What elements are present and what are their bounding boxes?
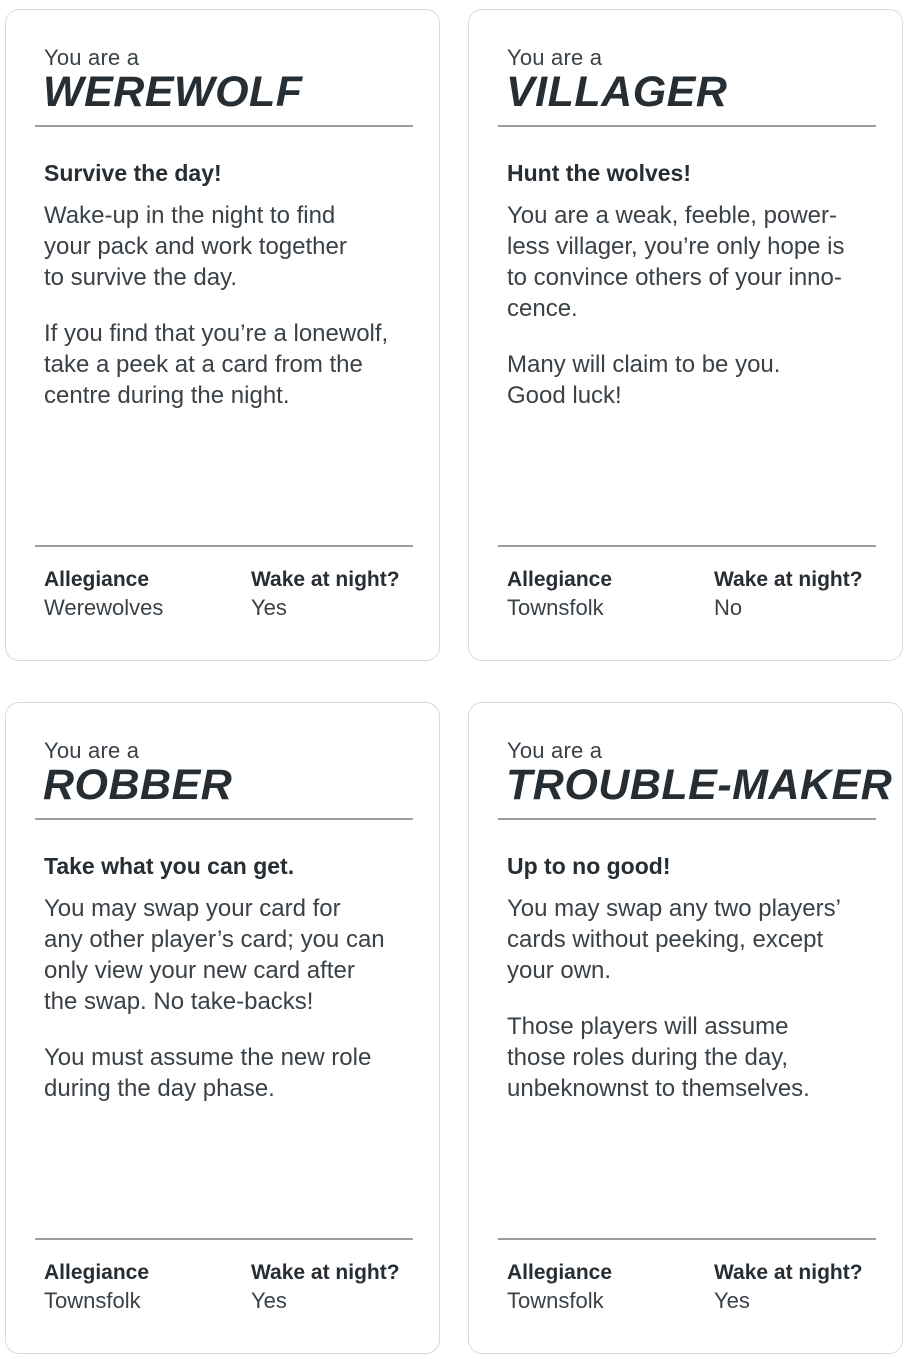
wake-block: Wake at night? Yes: [251, 567, 400, 623]
allegiance-value: Werewolves: [44, 595, 164, 620]
allegiance-label: Allegiance: [44, 568, 150, 591]
wake-value: No: [714, 595, 743, 620]
allegiance-block: Allegiance Townsfolk: [44, 1260, 149, 1316]
allegiance-label: Allegiance: [507, 1261, 613, 1284]
description-paragraph: You must assume the new role during the …: [44, 1044, 372, 1102]
title-divider: [498, 125, 876, 127]
role-card-werewolf: You are a WEREWOLF Survive the day! Wake…: [5, 9, 440, 661]
title-divider: [35, 125, 413, 127]
allegiance-block: Allegiance Townsfolk: [507, 1260, 612, 1316]
footer-divider: [498, 1238, 876, 1240]
allegiance-block: Allegiance Werewolves: [44, 567, 163, 623]
description-paragraph: Many will claim to be you. Good luck!: [507, 351, 781, 409]
footer-divider: [35, 1238, 413, 1240]
card-role-title: VILLAGER: [506, 68, 728, 116]
card-tagline: Survive the day!: [44, 160, 222, 186]
title-divider: [498, 818, 876, 820]
card-description: You may swap your card for any other pla…: [44, 893, 429, 1129]
description-paragraph: You are a weak, feeble, power- less vill…: [507, 202, 845, 322]
wake-label: Wake at night?: [251, 1261, 400, 1284]
description-paragraph: Wake-up in the night to find your pack a…: [44, 202, 347, 291]
role-card-villager: You are a VILLAGER Hunt the wolves! You …: [468, 9, 903, 661]
allegiance-label: Allegiance: [44, 1261, 150, 1284]
allegiance-value: Townsfolk: [44, 1288, 141, 1313]
wake-block: Wake at night? Yes: [251, 1260, 400, 1316]
card-role-title: TROUBLE-MAKER: [506, 761, 893, 809]
wake-block: Wake at night? Yes: [714, 1260, 863, 1316]
footer-divider: [498, 545, 876, 547]
card-tagline: Hunt the wolves!: [507, 160, 692, 186]
wake-value: Yes: [714, 1288, 750, 1313]
allegiance-value: Townsfolk: [507, 595, 604, 620]
allegiance-value: Townsfolk: [507, 1288, 604, 1313]
description-paragraph: You may swap any two players’ cards with…: [507, 895, 841, 984]
wake-block: Wake at night? No: [714, 567, 863, 623]
allegiance-block: Allegiance Townsfolk: [507, 567, 612, 623]
allegiance-label: Allegiance: [507, 568, 613, 591]
card-description: You are a weak, feeble, power- less vill…: [507, 200, 892, 436]
wake-label: Wake at night?: [714, 568, 863, 591]
card-tagline: Take what you can get.: [44, 853, 295, 879]
role-card-trouble-maker: You are a TROUBLE-MAKER Up to no good! Y…: [468, 702, 903, 1354]
wake-value: Yes: [251, 1288, 287, 1313]
title-divider: [35, 818, 413, 820]
wake-label: Wake at night?: [251, 568, 400, 591]
description-paragraph: You may swap your card for any other pla…: [44, 895, 385, 1015]
role-card-robber: You are a ROBBER Take what you can get. …: [5, 702, 440, 1354]
wake-label: Wake at night?: [714, 1261, 863, 1284]
card-description: Wake-up in the night to find your pack a…: [44, 200, 429, 436]
footer-divider: [35, 545, 413, 547]
card-role-title: ROBBER: [43, 761, 233, 809]
description-paragraph: If you find that you’re a lonewolf, take…: [44, 320, 389, 409]
card-tagline: Up to no good!: [507, 853, 671, 879]
card-role-title: WEREWOLF: [43, 68, 303, 116]
card-description: You may swap any two players’ cards with…: [507, 893, 892, 1129]
wake-value: Yes: [251, 595, 287, 620]
description-paragraph: Those players will assume those roles du…: [507, 1013, 810, 1102]
